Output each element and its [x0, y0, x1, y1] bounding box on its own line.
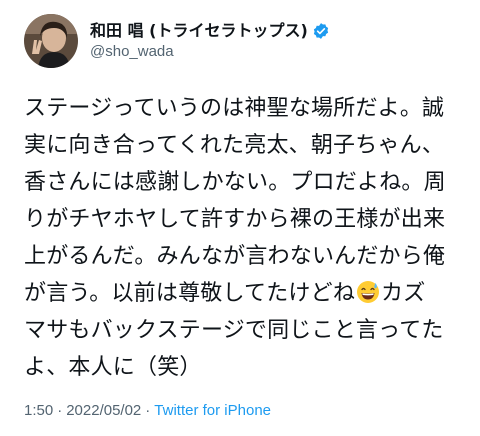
avatar-photo	[24, 14, 78, 68]
tweet-line-part: カズ	[381, 281, 426, 306]
tweet-time[interactable]: 1:50	[24, 402, 53, 419]
tweet-line: 香さんには感謝しかない。プロだよね。周	[24, 170, 446, 195]
tweet-text: ステージっていうのは神聖な場所だよ。誠 実に向き合ってくれた亮太、朝子ちゃん、 …	[24, 90, 470, 386]
tweet-line: マサもバックステージで同じこと言ってた	[24, 318, 444, 343]
tweet-date[interactable]: 2022/05/02	[66, 402, 141, 419]
tweet-line: りがチヤホヤして許すから裸の王様が出来	[24, 207, 446, 232]
tweet-header: 和田 唱 (トライセラトップス) @sho_wada	[24, 14, 330, 68]
tweet-meta: 1:50 · 2022/05/02 · Twitter for iPhone	[24, 402, 271, 419]
tweet-line: ステージっていうのは神聖な場所だよ。誠	[24, 96, 445, 121]
tweet: 和田 唱 (トライセラトップス) @sho_wada ステージっていうのは神聖な…	[0, 0, 480, 436]
verified-badge-icon	[312, 22, 330, 40]
user-handle[interactable]: @sho_wada	[90, 43, 330, 62]
tweet-line-part: が言う。以前は尊敬してたけどね	[24, 281, 356, 306]
display-name-row: 和田 唱 (トライセラトップス)	[90, 21, 330, 41]
display-name[interactable]: 和田 唱 (トライセラトップス)	[90, 21, 308, 41]
tweet-line-with-emoji: が言う。以前は尊敬してたけどね カズ	[24, 275, 470, 312]
user-names: 和田 唱 (トライセラトップス) @sho_wada	[90, 21, 330, 62]
meta-separator: ·	[145, 402, 151, 419]
meta-separator: ·	[57, 402, 63, 419]
tweet-line: 上がるんだ。みんなが言わないんだから俺	[24, 244, 446, 269]
tweet-line: 実に向き合ってくれた亮太、朝子ちゃん、	[24, 133, 445, 158]
avatar[interactable]	[24, 14, 78, 68]
tweet-line: よ、本人に（笑）	[24, 355, 202, 380]
tweet-source-link[interactable]: Twitter for iPhone	[154, 402, 271, 419]
grinning-face-with-sweat-icon	[356, 279, 380, 303]
